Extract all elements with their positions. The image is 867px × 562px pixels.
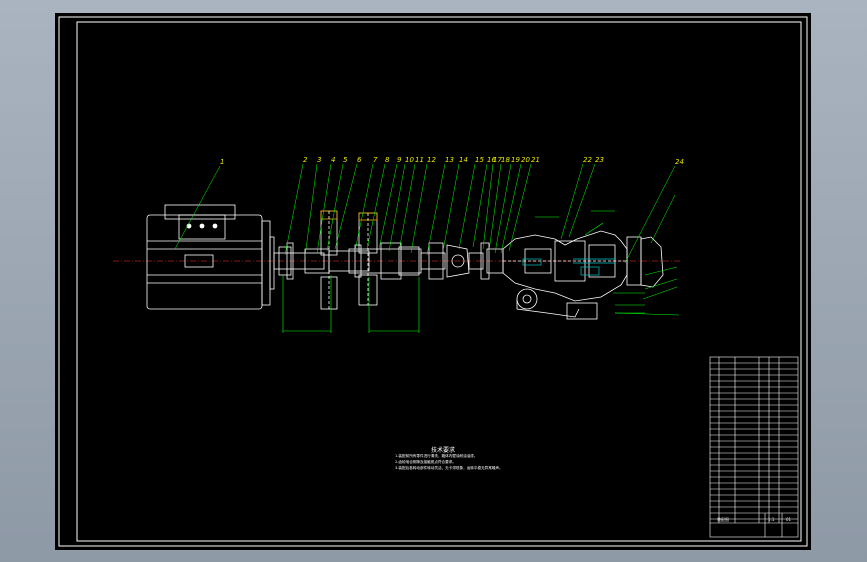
leader-line (398, 163, 416, 252)
leader-line (284, 163, 304, 256)
part-callout-number: 4 (331, 156, 335, 164)
leader-line (304, 163, 318, 258)
leader-line (650, 194, 676, 244)
part-callout-number: 23 (595, 156, 604, 164)
leader-line (568, 163, 596, 238)
part-callout-number: 5 (343, 156, 348, 164)
leader-line (410, 163, 428, 254)
leader-line (334, 163, 358, 250)
electric-motor (146, 204, 275, 310)
leader-lines (174, 163, 680, 316)
leader-line (354, 163, 374, 252)
part-callouts: 1 2 3 4 5 6 7 8 9 10 11 12 13 14 15 1617 18 19 20 21 22 23 24 (220, 156, 684, 166)
leader-line (494, 163, 512, 254)
part-callout-number: 6 (357, 156, 362, 164)
leader-line (442, 163, 460, 252)
leader-line (326, 163, 344, 252)
cad-viewport[interactable]: 1 2 3 4 5 6 7 8 9 10 11 12 13 14 15 16 17 18 19 20 21 22 23 24 … (0, 0, 867, 562)
part-callout-number: 14 (459, 156, 468, 164)
part-callout-number: 12 (427, 156, 436, 164)
technical-requirement-line: 1.装配前所有零件进行清洗，箱体内壁涂耐油油漆。 (395, 454, 478, 458)
part-callout-number: 11 (415, 156, 424, 164)
leader-line (378, 163, 398, 250)
technical-requirement-line: 3.装配后各转动部件转动灵活，无卡滞现象，运转平稳无异常噪声。 (395, 466, 503, 470)
title-block-sheet-no: 01 (786, 517, 792, 522)
gear-pair-2 (358, 212, 378, 306)
leader-line (644, 266, 678, 276)
leader-line (614, 312, 680, 316)
leader-line (644, 278, 678, 290)
drawing-sheet: 1 2 3 4 5 6 7 8 9 10 11 12 13 14 15 16 17 18 19 20 21 22 23 24 … (55, 13, 811, 550)
leader-line (482, 163, 494, 250)
part-callout-number: 7 (373, 156, 378, 164)
part-callout-number: 15 (475, 156, 484, 164)
part-callout-number: 19 (511, 156, 520, 164)
technical-requirements-title: 技术要求 (431, 447, 456, 454)
part-callout-number: 20 (521, 156, 530, 164)
part-callout-number: 8 (385, 156, 390, 164)
leader-line (560, 163, 584, 240)
part-callout-number: 9 (397, 156, 402, 164)
part-callout-number: 1 (220, 158, 224, 166)
part-callout-number: 22 (583, 156, 592, 164)
title-block-label: 装配图 (717, 516, 729, 522)
title-block (709, 356, 799, 538)
part-callout-number: 3 (317, 156, 321, 164)
part-callout-number: 24 (675, 158, 684, 166)
leader-line (458, 163, 476, 250)
green-annotations (535, 210, 645, 314)
part-callout-number: 21 (531, 156, 540, 164)
leader-line (642, 286, 678, 300)
leader-line (624, 165, 676, 264)
part-callout-number: 13 (445, 156, 454, 164)
leader-line (174, 165, 221, 250)
leader-line (500, 163, 522, 254)
part-callout-number: 10 (405, 156, 414, 164)
reducer-end-cover (626, 236, 664, 288)
leader-line (488, 163, 502, 252)
leader-line (426, 163, 446, 256)
part-callout-number: 18 (501, 156, 510, 164)
dimension-lines (282, 275, 420, 333)
title-block-scale: 1:1 (768, 517, 775, 522)
leader-line (366, 163, 386, 250)
part-callout-number: 2 (303, 156, 308, 164)
technical-requirement-line: 2.齿轮啮合侧隙及接触斑点符合要求。 (395, 460, 456, 464)
leader-line (388, 163, 406, 252)
